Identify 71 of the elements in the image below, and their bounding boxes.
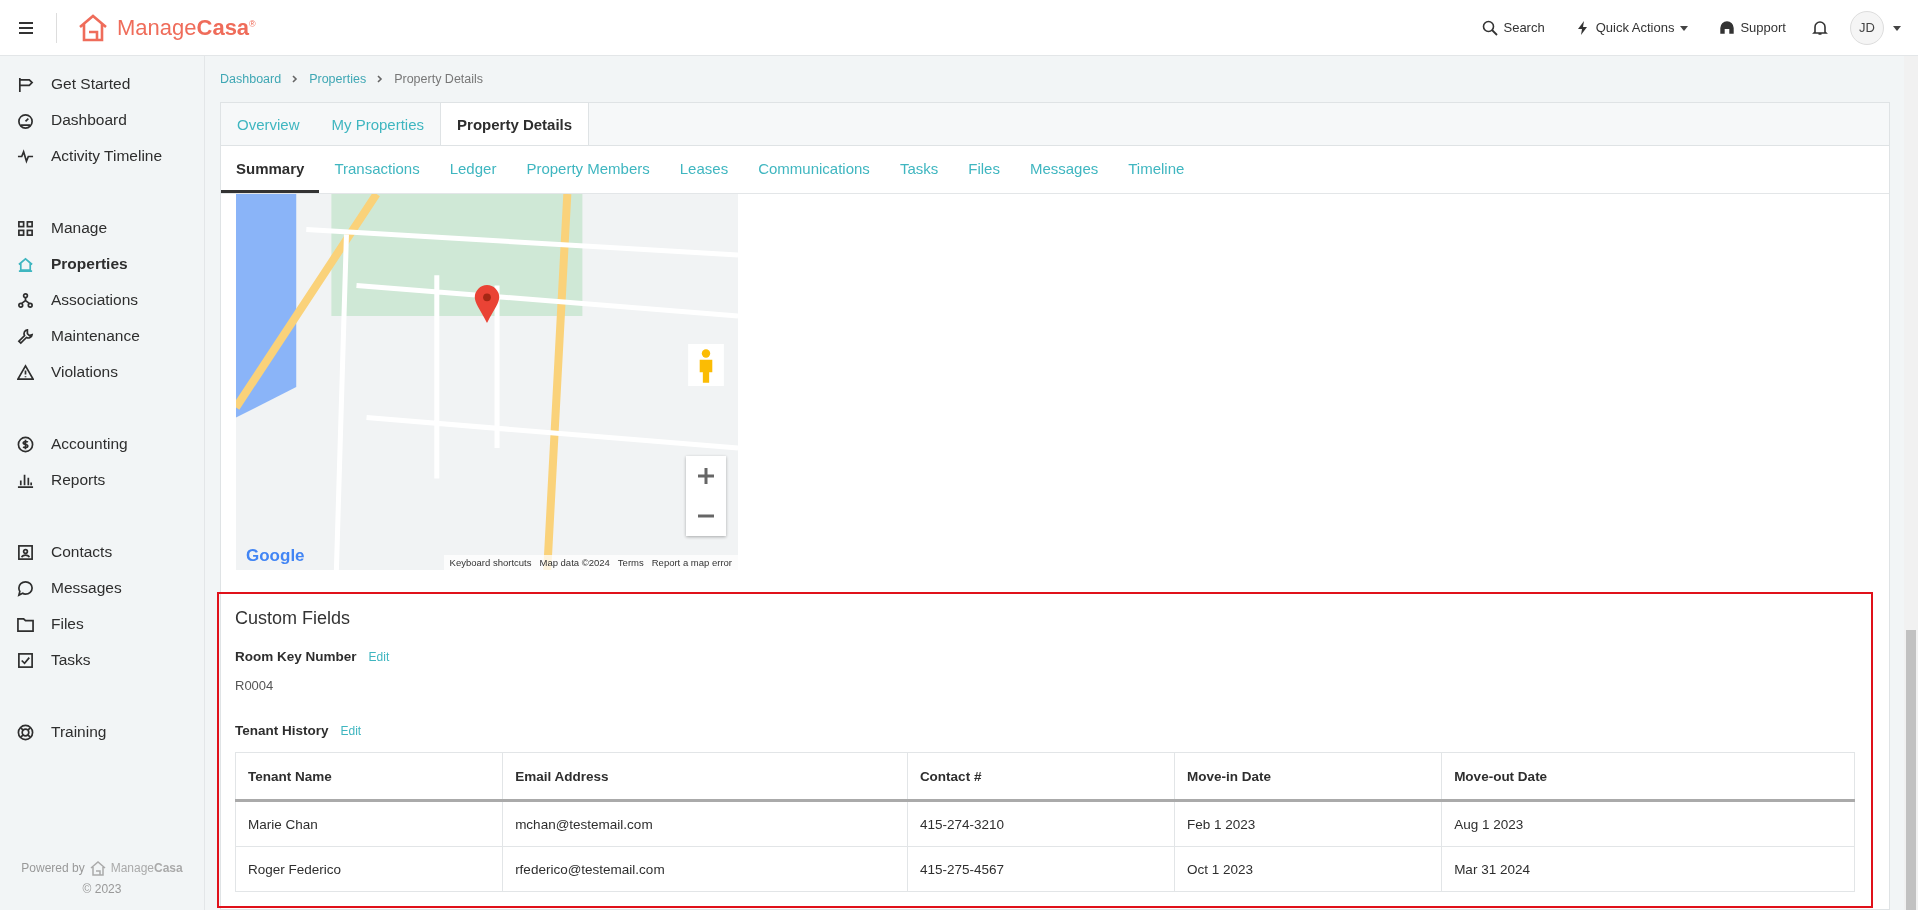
map-logo: Google	[246, 546, 305, 566]
user-avatar[interactable]: JD	[1850, 10, 1884, 45]
wrench-icon	[17, 327, 34, 345]
sidebar-item[interactable]: Messages	[0, 570, 204, 606]
brand-name: ManageCasa$^{®}$	[117, 14, 256, 41]
chevron-icon	[291, 75, 300, 83]
tab[interactable]: Property Details	[440, 103, 590, 145]
gauge-icon	[17, 111, 34, 129]
table-cell: 415-274-3210	[907, 800, 1175, 847]
search-button[interactable]: Search	[1478, 15, 1549, 40]
grid-icon	[17, 219, 34, 237]
column-header: Tenant Name	[235, 752, 503, 801]
chevron-icon	[376, 75, 385, 83]
sidebar-item[interactable]: Reports	[0, 462, 204, 498]
current-page-label: Property Details	[394, 72, 484, 86]
table-cell: 415-275-4567	[907, 846, 1175, 892]
section-title: Custom Fields	[235, 608, 352, 629]
dollar-icon	[17, 435, 34, 453]
support-button[interactable]: Support	[1715, 15, 1790, 40]
sidebar-item[interactable]: Activity Timeline	[0, 138, 204, 174]
sidebar-item[interactable]: Violations	[0, 354, 204, 390]
column-header: Email Address	[502, 752, 908, 801]
quick-actions-button[interactable]: Quick Actions	[1570, 15, 1694, 40]
sidebar-item[interactable]: Accounting	[0, 426, 204, 462]
column-header: Move-in Date	[1174, 752, 1442, 801]
table-cell: Roger Federico	[235, 846, 503, 892]
map-attribution-link[interactable]: Terms	[617, 557, 644, 568]
map-pin-icon	[473, 284, 501, 324]
sidebar-item[interactable]: Tasks	[0, 642, 204, 678]
map-attribution-link[interactable]: Keyboard shortcuts	[449, 557, 532, 568]
copyright-text: © 2023	[82, 882, 122, 896]
chat-icon	[17, 579, 34, 597]
house-logo-icon	[89, 860, 106, 876]
scrollbar-thumb[interactable]	[1906, 630, 1916, 910]
pulse-icon	[17, 147, 34, 165]
table-cell: Aug 1 2023	[1441, 800, 1855, 847]
lifebuoy-icon	[17, 723, 34, 741]
warning-icon	[17, 363, 34, 381]
bell-icon[interactable]	[1812, 19, 1828, 36]
checkbox-icon	[17, 651, 34, 669]
table-cell: rfederico@testemail.com	[502, 846, 908, 892]
sidebar-item[interactable]: Training	[0, 714, 204, 750]
column-header: Contact #	[907, 752, 1175, 801]
table-cell: mchan@testemail.com	[502, 800, 908, 847]
map-attribution-link[interactable]: Report a map error	[651, 557, 732, 568]
search-icon	[1482, 19, 1499, 36]
headset-icon	[1719, 19, 1736, 36]
contact-icon	[17, 543, 34, 561]
table-cell: Marie Chan	[235, 800, 503, 847]
map-attribution-link[interactable]: Map data ©2024	[539, 557, 610, 568]
field-label: Tenant History	[235, 723, 329, 738]
field-label: Room Key Number	[235, 649, 357, 664]
sidebar-item[interactable]: Properties	[0, 246, 204, 282]
table-cell: Mar 31 2024	[1441, 846, 1855, 892]
signpost-icon	[17, 75, 34, 93]
brand-name: ManageCasa	[110, 861, 183, 875]
sidebar-item[interactable]: Files	[0, 606, 204, 642]
folder-icon	[17, 615, 34, 633]
house-icon	[17, 255, 34, 273]
sidebar-item[interactable]: Manage	[0, 210, 204, 246]
sidebar-item[interactable]: Maintenance	[0, 318, 204, 354]
field-value: R0004	[235, 678, 275, 693]
sidebar-item[interactable]: Contacts	[0, 534, 204, 570]
powered-by-text: Powered by	[21, 861, 85, 875]
table-cell: Oct 1 2023	[1174, 846, 1442, 892]
column-header: Move-out Date	[1441, 752, 1855, 801]
network-icon	[17, 291, 34, 309]
sidebar-item[interactable]: Associations	[0, 282, 204, 318]
table-cell: Feb 1 2023	[1174, 800, 1442, 847]
sidebar-item[interactable]: Dashboard	[0, 102, 204, 138]
sidebar-item[interactable]: Get Started	[0, 66, 204, 102]
